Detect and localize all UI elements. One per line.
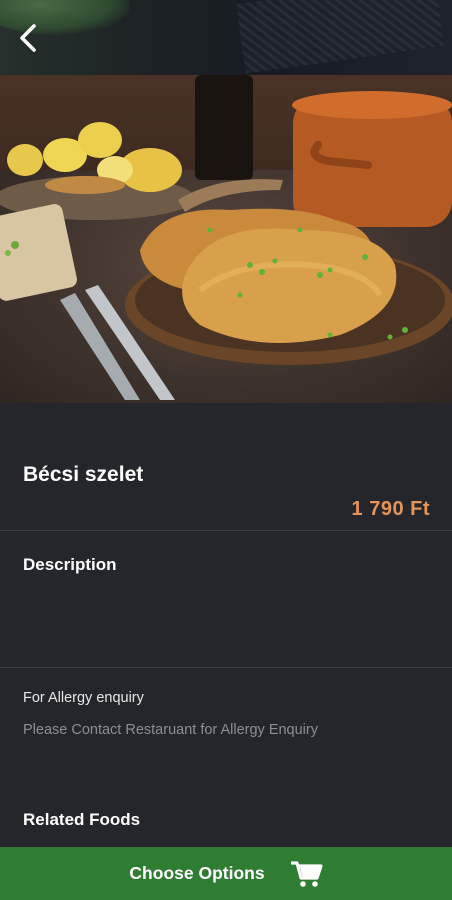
dish-name: Bécsi szelet <box>23 463 144 486</box>
allergy-label: For Allergy enquiry <box>23 690 144 706</box>
choose-options-label: Choose Options <box>129 863 265 883</box>
divider <box>0 530 452 531</box>
description-title: Description <box>23 555 117 574</box>
back-button[interactable] <box>10 20 46 56</box>
allergy-note: Please Contact Restaruant for Allergy En… <box>23 722 318 738</box>
related-foods-title: Related Foods <box>23 810 141 829</box>
dish-photo <box>0 75 452 403</box>
dish-price: 1 790 Ft <box>351 498 430 520</box>
napkin-decoration <box>236 0 444 74</box>
chevron-left-icon <box>20 24 36 52</box>
choose-options-button[interactable]: Choose Options <box>0 847 452 900</box>
shopping-cart-icon <box>290 860 323 887</box>
divider <box>0 667 452 668</box>
dish-illustration <box>0 75 452 400</box>
header-background <box>0 0 452 75</box>
